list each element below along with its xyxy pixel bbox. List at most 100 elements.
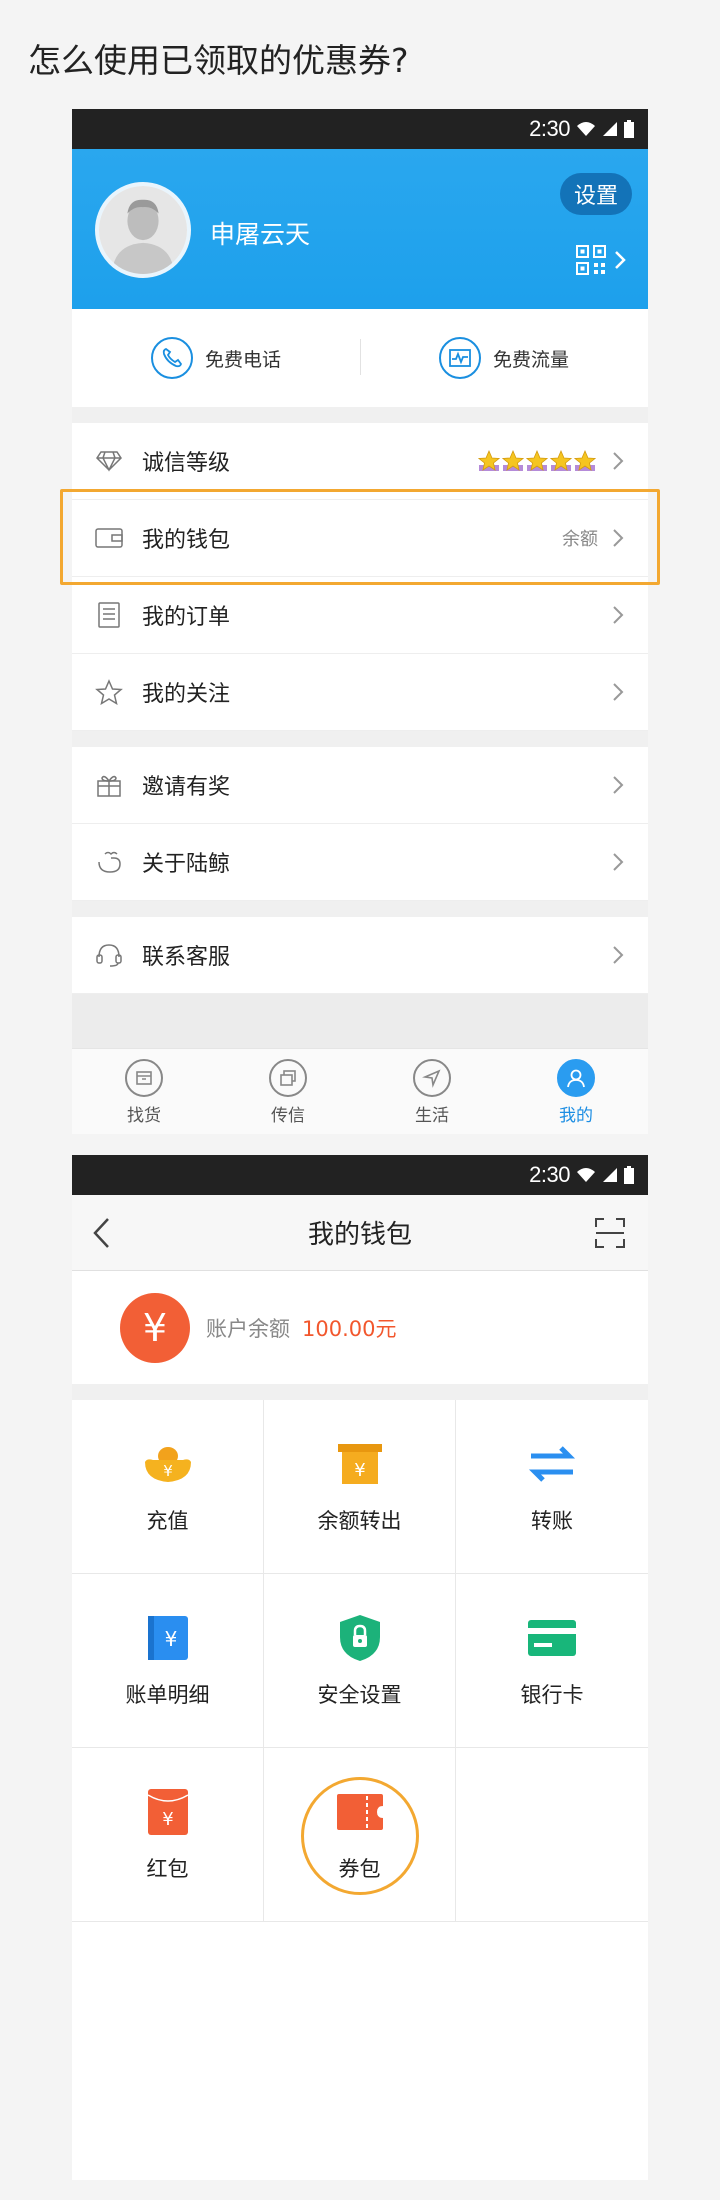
transfer-out-icon: ¥ [335, 1439, 385, 1489]
chevron-right-icon [613, 606, 624, 624]
signal-icon [603, 122, 617, 136]
tab-label: 传信 [271, 1106, 305, 1126]
chevron-right-icon [615, 251, 626, 269]
wallet-function-grid: ¥ 充值 ¥ 余额转出 转账 ¥ 账单明细 安全设置 银行卡 ¥ 红包 券包 [72, 1400, 648, 1922]
chevron-right-icon [613, 946, 624, 964]
grid-label: 安全设置 [317, 1682, 402, 1707]
nav-title: 我的钱包 [307, 1220, 412, 1250]
bank-card-icon [527, 1613, 577, 1663]
tab-label: 找货 [127, 1106, 161, 1126]
yuan-icon: ¥ [120, 1292, 190, 1363]
menu-item-service[interactable]: 联系客服 [72, 917, 648, 994]
menu-label: 诚信等级 [142, 451, 231, 476]
gold-ingot-icon: ¥ [143, 1439, 193, 1489]
transfer-arrows-icon [527, 1439, 577, 1489]
grid-label: 充值 [146, 1508, 189, 1533]
red-packet-button[interactable]: ¥ 红包 [72, 1748, 264, 1922]
credit-stars [478, 450, 596, 472]
qr-code-button[interactable] [576, 245, 626, 275]
menu-item-about[interactable]: 关于陆鲸 [72, 824, 648, 901]
balance-transfer-out-button[interactable]: ¥ 余额转出 [264, 1400, 456, 1574]
grid-label: 银行卡 [520, 1682, 584, 1707]
svg-text:¥: ¥ [162, 1809, 173, 1830]
tab-label: 生活 [415, 1106, 449, 1126]
user-icon [557, 1059, 595, 1097]
menu-label: 邀请有奖 [142, 775, 231, 800]
coupon-wallet-button[interactable]: 券包 [264, 1748, 456, 1922]
status-bar: 2:30 [72, 109, 648, 149]
section-gap [72, 901, 648, 917]
wallet-highlight-box [60, 489, 660, 585]
status-time: 2:30 [529, 116, 570, 141]
empty-area [72, 994, 648, 1048]
menu-label: 联系客服 [142, 945, 231, 970]
section-gap [72, 1384, 648, 1400]
chevron-right-icon [613, 452, 624, 470]
bill-icon: ¥ [143, 1613, 193, 1663]
recharge-button[interactable]: ¥ 充值 [72, 1400, 264, 1574]
coupon-highlight-ring [301, 1777, 419, 1895]
wifi-icon [577, 122, 595, 136]
menu-item-orders[interactable]: 我的订单 [72, 577, 648, 654]
free-call-button[interactable]: 免费电话 [72, 337, 360, 379]
free-traffic-button[interactable]: 免费流量 [360, 337, 648, 379]
svg-text:¥: ¥ [163, 1462, 173, 1480]
scan-icon[interactable] [594, 1217, 626, 1249]
menu-label: 我的关注 [142, 682, 231, 707]
menu-item-follows[interactable]: 我的关注 [72, 654, 648, 731]
star-icon [478, 450, 500, 471]
grid-label: 余额转出 [317, 1508, 402, 1533]
signal-icon [603, 1168, 617, 1182]
tab-mine[interactable]: 我的 [504, 1049, 648, 1134]
tab-life[interactable]: 生活 [360, 1049, 504, 1134]
balance-value: 100.00元 [302, 1316, 397, 1341]
back-arrow-icon[interactable] [92, 1217, 112, 1249]
page-title: 怎么使用已领取的优惠券? [28, 41, 409, 80]
battery-icon [624, 1166, 634, 1184]
red-packet-icon: ¥ [143, 1787, 193, 1837]
star-icon [550, 450, 572, 471]
cargo-icon [125, 1059, 163, 1097]
transfer-button[interactable]: 转账 [456, 1400, 648, 1574]
star-icon [526, 450, 548, 471]
wifi-icon [577, 1168, 595, 1182]
whale-icon [94, 847, 124, 877]
qr-code-icon [576, 245, 606, 275]
default-avatar-icon [99, 186, 187, 274]
svg-text:¥: ¥ [354, 1460, 365, 1481]
balance-row[interactable]: ¥ 账户余额 100.00元 [72, 1271, 648, 1384]
shield-lock-icon [335, 1613, 385, 1663]
tab-label: 我的 [559, 1106, 593, 1126]
nav-bar: 我的钱包 [72, 1195, 648, 1271]
wallet-screen: 2:30 我的钱包 ¥ 账户余额 100.00元 ¥ 充值 ¥ 余额转出 转账 … [72, 1155, 648, 2180]
avatar[interactable] [95, 182, 191, 278]
quick-actions: 免费电话 免费流量 [72, 309, 648, 407]
gift-icon [94, 770, 124, 800]
grid-label: 红包 [146, 1856, 189, 1881]
divider [360, 339, 361, 375]
headset-icon [94, 940, 124, 970]
menu-item-invite[interactable]: 邀请有奖 [72, 747, 648, 824]
svg-text:¥: ¥ [164, 1627, 177, 1651]
bank-card-button[interactable]: 银行卡 [456, 1574, 648, 1748]
order-list-icon [94, 600, 124, 630]
menu-label: 关于陆鲸 [142, 852, 231, 877]
tab-message[interactable]: 传信 [216, 1049, 360, 1134]
bill-details-button[interactable]: ¥ 账单明细 [72, 1574, 264, 1748]
status-time: 2:30 [529, 1162, 570, 1187]
chevron-right-icon [613, 683, 624, 701]
star-icon [574, 450, 596, 471]
empty-cell [456, 1748, 648, 1922]
tab-bar: 找货 传信 生活 我的 [72, 1048, 648, 1134]
traffic-icon [438, 337, 481, 379]
status-bar: 2:30 [72, 1155, 648, 1195]
grid-label: 账单明细 [125, 1682, 210, 1707]
chevron-right-icon [613, 776, 624, 794]
star-outline-icon [94, 677, 124, 707]
tab-cargo[interactable]: 找货 [72, 1049, 216, 1134]
navigate-icon [413, 1059, 451, 1097]
free-traffic-label: 免费流量 [492, 348, 569, 371]
username: 申屠云天 [210, 220, 311, 249]
security-settings-button[interactable]: 安全设置 [264, 1574, 456, 1748]
settings-button[interactable]: 设置 [559, 173, 632, 215]
